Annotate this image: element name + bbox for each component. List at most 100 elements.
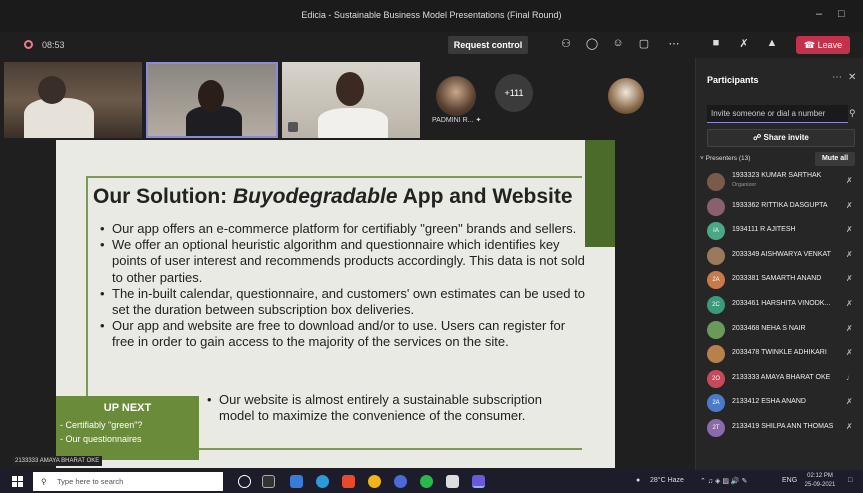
mic-off-icon[interactable]: ✗	[846, 348, 853, 357]
mic-off-icon[interactable]: ✗	[846, 299, 853, 308]
avatar: 2A	[707, 271, 725, 290]
participant-name: 1933362 RITTIKA DASGUPTA	[732, 201, 828, 209]
presenters-section-header[interactable]: ˅ Presenters (13)	[700, 155, 750, 162]
mic-off-icon[interactable]: ✗	[846, 225, 853, 234]
cortana-icon[interactable]	[238, 475, 251, 488]
meeting-toolbar: 08:53 Request control ⚇ ◯ ☺ ▢ ⋯ ■ ✗ ▲ ☎ …	[0, 32, 863, 58]
language-indicator[interactable]: ENG	[782, 477, 797, 484]
reactions-icon[interactable]: ☺	[610, 37, 626, 49]
up-next-heading: UP NEXT	[103, 402, 152, 414]
video-tile[interactable]	[4, 62, 142, 138]
mic-off-icon[interactable]: ✗	[846, 397, 853, 406]
office-icon[interactable]	[342, 475, 355, 488]
slide-bullet: Our app and website are free to download…	[100, 318, 585, 350]
request-control-button[interactable]: Request control	[448, 36, 528, 54]
participant-name: 2033468 NEHA S NAIR	[732, 324, 806, 332]
chat-icon[interactable]: ◯	[584, 37, 600, 50]
participant-name: 2033461 HARSHITA VINODK...	[732, 300, 831, 307]
participant-row[interactable]: 1933323 KUMAR SARTHAK Organizer ✗	[696, 171, 863, 195]
browser-icon[interactable]	[394, 475, 407, 488]
invite-input[interactable]	[707, 105, 848, 123]
video-tile[interactable]	[282, 62, 420, 138]
mail-icon[interactable]	[290, 475, 303, 488]
participant-avatar[interactable]	[608, 78, 644, 114]
avatar: 2C	[707, 296, 725, 314]
participant-row[interactable]: 2033349 AISHWARYA VENKAT ✗	[696, 245, 863, 269]
chrome-icon[interactable]	[368, 475, 381, 488]
notification-icon[interactable]: □	[848, 477, 852, 484]
teams-icon[interactable]	[472, 475, 485, 488]
participants-icon[interactable]: ⚇	[558, 37, 574, 50]
leave-button[interactable]: ☎ Leave	[796, 36, 850, 54]
participant-row[interactable]: 2C 2033461 HARSHITA VINODK... ✗	[696, 294, 863, 318]
participant-role: Organizer	[732, 182, 757, 188]
maximize-icon[interactable]: □	[838, 8, 845, 20]
up-next-item: - Certifiably "green"?	[60, 420, 143, 430]
share-icon[interactable]: ▲	[764, 37, 780, 49]
slide-bullet: The in-built calendar, questionnaire, an…	[100, 286, 585, 318]
participant-name: 1933323 KUMAR SARTHAK	[732, 172, 822, 179]
up-next-item: - Our questionnaires	[60, 434, 142, 444]
leave-label: Leave	[817, 40, 843, 50]
participant-row[interactable]: 2T 2133419 SHILPA ANN THOMAS ✗	[696, 417, 863, 441]
avatar	[707, 345, 725, 364]
avatar	[707, 246, 725, 265]
minimize-icon[interactable]: –	[816, 8, 822, 20]
windows-start-icon[interactable]	[12, 476, 23, 487]
close-icon[interactable]: ✕	[848, 72, 856, 83]
camera-off-icon[interactable]: ■	[708, 37, 724, 49]
mic-off-icon[interactable]: ✗	[846, 324, 853, 333]
participant-head	[38, 76, 66, 104]
participant-head	[198, 80, 224, 112]
mic-off-icon[interactable]: ✗	[846, 176, 853, 185]
rooms-icon[interactable]: ▢	[636, 37, 652, 50]
title-bar: Edicia - Sustainable Business Model Pres…	[0, 0, 863, 32]
participant-row[interactable]: 2O 2133333 AMAYA BHARAT OKE ♩	[696, 368, 863, 392]
more-icon[interactable]: ⋯	[666, 37, 682, 50]
participant-row[interactable]: 2033478 TWINKLE ADHIKARI ✗	[696, 343, 863, 367]
mic-off-icon[interactable]: ✗	[846, 422, 853, 431]
tray-icons[interactable]: ⌃ ♫ ◈ ▨ 🔊 ✎	[700, 477, 747, 485]
pin-icon: ✦	[475, 117, 482, 124]
participant-row[interactable]: 2A 2033381 SAMARTH ANAND ✗	[696, 269, 863, 293]
participants-panel: Participants ⋯ ✕ ⚲ ☍ Share invite ˅ Pres…	[695, 58, 863, 470]
more-participants-badge[interactable]: +111	[495, 74, 533, 112]
mic-off-icon[interactable]: ✗	[846, 201, 853, 210]
weather-text[interactable]: 28°C Haze	[650, 477, 684, 484]
mic-off-icon[interactable]: ✗	[736, 37, 752, 50]
mic-off-icon[interactable]: ✗	[846, 250, 853, 259]
participant-video	[318, 108, 388, 138]
window-title: Edicia - Sustainable Business Model Pres…	[301, 10, 562, 20]
taskbar-search[interactable]: ⚲ Type here to search	[33, 472, 223, 491]
search-icon[interactable]: ⚲	[849, 108, 856, 119]
participant-name: 2133419 SHILPA ANN THOMAS	[732, 423, 834, 430]
speaker-name-tag: 2133333 AMAYA BHARAT OKE	[12, 456, 103, 466]
store-icon[interactable]	[446, 475, 459, 488]
mic-off-icon[interactable]: ✗	[846, 274, 853, 283]
share-invite-button[interactable]: ☍ Share invite	[707, 129, 855, 147]
pin-icon	[288, 122, 298, 132]
avatar: IA	[707, 222, 725, 241]
weather-icon[interactable]: ●	[636, 477, 640, 484]
video-tile-active[interactable]	[146, 62, 278, 138]
avatar: 2T	[707, 419, 725, 437]
mic-on-icon[interactable]: ♩	[846, 373, 854, 382]
participant-row[interactable]: 2033468 NEHA S NAIR ✗	[696, 319, 863, 343]
avatar: 2A	[707, 394, 725, 413]
mute-all-button[interactable]: Mute all	[815, 152, 855, 166]
participant-row[interactable]: 2A 2133412 ESHA ANAND ✗	[696, 392, 863, 416]
whatsapp-icon[interactable]	[420, 475, 433, 488]
participant-name: 2033381 SAMARTH ANAND	[732, 275, 822, 283]
participant-name: 2033478 TWINKLE ADHIKARI	[732, 349, 827, 357]
edge-icon[interactable]	[316, 475, 329, 488]
participant-row[interactable]: IA 1934111 R AJITESH ✗	[696, 220, 863, 244]
task-view-icon[interactable]	[262, 475, 275, 488]
participant-avatar[interactable]	[436, 76, 476, 116]
windows-taskbar: ⚲ Type here to search ● 28°C Haze ⌃ ♫ ◈ ▨…	[0, 470, 863, 493]
panel-title: Participants	[707, 75, 759, 85]
slide-bullet: Our app offers an e-commerce platform fo…	[100, 221, 585, 237]
more-icon[interactable]: ⋯	[832, 72, 842, 83]
taskbar-clock[interactable]: 02:12 PM 25-09-2021	[800, 472, 840, 490]
share-icon: ☍	[753, 133, 762, 142]
participant-row[interactable]: 1933362 RITTIKA DASGUPTA ✗	[696, 196, 863, 220]
